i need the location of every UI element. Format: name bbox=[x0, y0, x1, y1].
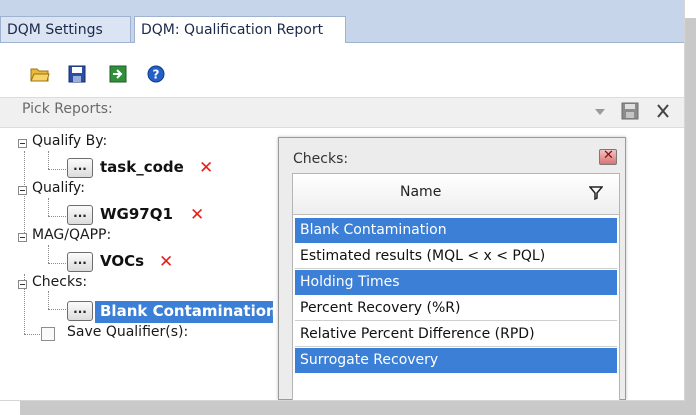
list-item-percent-recovery[interactable]: Percent Recovery (%R) bbox=[295, 296, 617, 321]
remove-qualify-by-icon[interactable]: ✕ bbox=[199, 160, 213, 177]
svg-text:?: ? bbox=[153, 68, 160, 82]
expander-checks[interactable] bbox=[18, 280, 27, 289]
tree-connector bbox=[48, 198, 49, 216]
tree-connector bbox=[48, 245, 49, 263]
save-icon[interactable] bbox=[67, 64, 87, 84]
list-item-holding-times[interactable]: Holding Times bbox=[295, 270, 617, 295]
qualify-by-browse-button[interactable]: ... bbox=[67, 158, 93, 178]
tree-connector bbox=[48, 216, 66, 217]
list-item-blank-contamination[interactable]: Blank Contamination bbox=[295, 218, 617, 243]
mag-qapp-browse-button[interactable]: ... bbox=[67, 252, 93, 272]
toolbar bbox=[0, 43, 684, 85]
close-icon: ✕ bbox=[603, 148, 614, 163]
save-report-icon[interactable] bbox=[621, 102, 639, 120]
tree-connector bbox=[48, 309, 66, 310]
remove-qualify-icon[interactable]: ✕ bbox=[190, 207, 204, 224]
mag-qapp-value: VOCs bbox=[100, 252, 145, 270]
help-icon[interactable]: ? bbox=[146, 64, 166, 84]
qualify-by-value: task_code bbox=[100, 158, 184, 176]
checks-list: Name Blank Contamination Estimated resul… bbox=[292, 173, 620, 400]
qualify-by-label: Qualify By: bbox=[32, 133, 108, 149]
list-item-surrogate-recovery[interactable]: Surrogate Recovery bbox=[295, 348, 617, 373]
tree-connector bbox=[48, 151, 49, 169]
checks-popup: Checks: ✕ Name Blank Contamination Estim… bbox=[278, 137, 626, 400]
tree-connector bbox=[48, 263, 66, 264]
delete-report-icon[interactable] bbox=[656, 103, 670, 119]
list-item-estimated-results[interactable]: Estimated results (MQL < x < PQL) bbox=[295, 244, 617, 269]
tree-connector bbox=[24, 334, 40, 335]
checks-browse-button[interactable]: ... bbox=[67, 301, 93, 321]
expander-mag-qapp[interactable] bbox=[18, 233, 27, 242]
pick-reports-combo[interactable] bbox=[150, 99, 610, 124]
qualify-browse-button[interactable]: ... bbox=[67, 205, 93, 225]
qualify-value: WG97Q1 bbox=[100, 205, 173, 223]
tree-connector bbox=[48, 169, 66, 170]
remove-mag-qapp-icon[interactable]: ✕ bbox=[159, 254, 173, 271]
report-window: DQM Settings DQM: Qualification Report ?… bbox=[0, 0, 685, 401]
list-item-rpd[interactable]: Relative Percent Difference (RPD) bbox=[295, 322, 617, 347]
name-column-label: Name bbox=[400, 184, 442, 200]
pick-reports-label: Pick Reports: bbox=[22, 101, 113, 117]
expander-qualify-by[interactable] bbox=[18, 139, 27, 148]
folder-open-icon[interactable] bbox=[30, 64, 50, 84]
tab-strip: DQM Settings DQM: Qualification Report bbox=[0, 0, 684, 43]
save-qualifier-checkbox[interactable] bbox=[41, 327, 55, 341]
export-icon[interactable] bbox=[108, 64, 128, 84]
chevron-down-icon[interactable] bbox=[595, 109, 605, 115]
tab-dqm-settings[interactable]: DQM Settings bbox=[0, 16, 131, 42]
qualify-label: Qualify: bbox=[32, 180, 85, 196]
tab-qualification-report[interactable]: DQM: Qualification Report bbox=[134, 16, 346, 43]
checks-popup-title: Checks: bbox=[293, 151, 349, 167]
mag-qapp-label: MAG/QAPP: bbox=[32, 227, 112, 243]
name-column-header[interactable]: Name bbox=[293, 174, 619, 215]
filter-icon[interactable] bbox=[589, 186, 603, 200]
save-qualifier-label: Save Qualifier(s): bbox=[67, 324, 189, 340]
checks-label: Checks: bbox=[32, 274, 88, 290]
checks-value[interactable]: Blank Contamination bbox=[100, 302, 277, 320]
tree-connector bbox=[48, 291, 49, 309]
close-popup-button[interactable]: ✕ bbox=[599, 148, 617, 165]
expander-qualify[interactable] bbox=[18, 186, 27, 195]
